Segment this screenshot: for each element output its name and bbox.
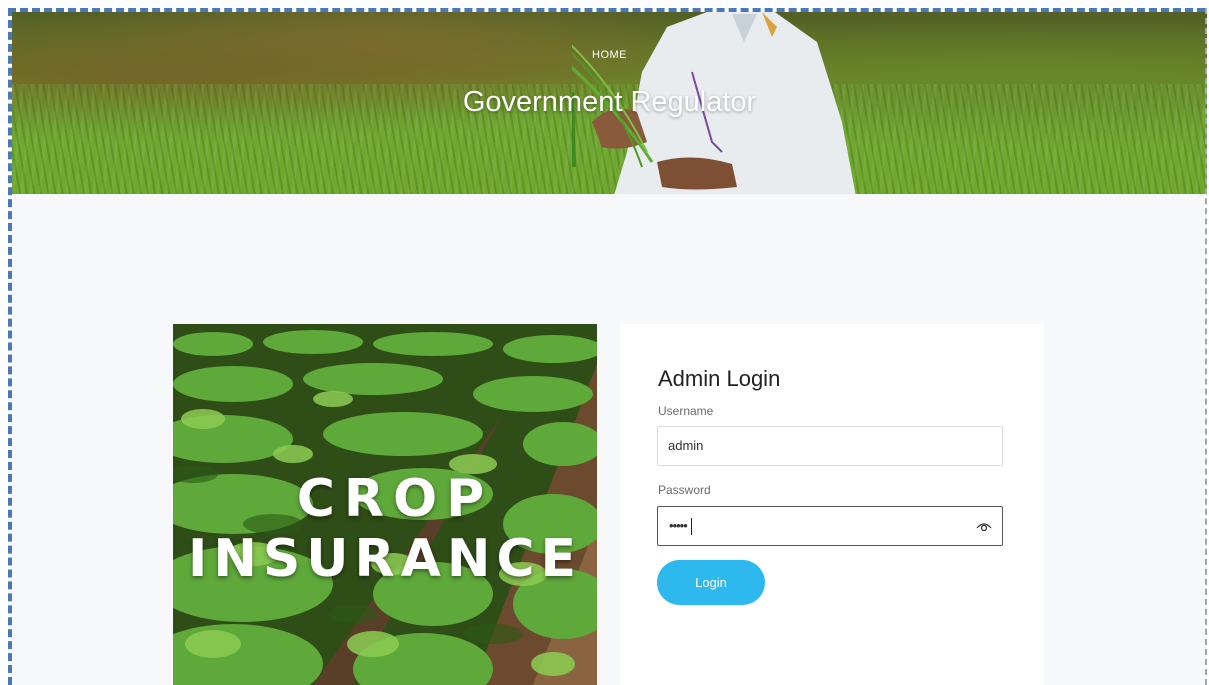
- selection-frame-top: [8, 8, 1205, 12]
- page-title: Government Regulator: [462, 86, 757, 118]
- login-button[interactable]: Login: [657, 560, 765, 605]
- crop-image-text-line1: CROP: [296, 469, 494, 529]
- username-input[interactable]: admin: [657, 426, 1003, 466]
- selection-frame-right: [1205, 8, 1207, 685]
- selection-frame-left: [8, 8, 12, 685]
- hero-banner: HOME Government Regulator: [12, 12, 1207, 194]
- breadcrumb[interactable]: HOME: [12, 49, 1207, 61]
- password-label: Password: [658, 483, 711, 497]
- password-input[interactable]: •••••: [657, 506, 1003, 546]
- crop-insurance-image: CROP INSURANCE: [173, 324, 597, 685]
- text-cursor: [691, 518, 692, 535]
- username-label: Username: [658, 404, 714, 418]
- crop-image-text-line2: INSURANCE: [187, 529, 583, 589]
- page: HOME Government Regulator CROP INSURANCE…: [12, 12, 1207, 685]
- login-title: Admin Login: [658, 366, 781, 391]
- eye-icon[interactable]: [976, 519, 992, 533]
- admin-login-panel: Admin Login Username admin Password ••••…: [620, 324, 1044, 685]
- password-masked-value: •••••: [669, 518, 688, 533]
